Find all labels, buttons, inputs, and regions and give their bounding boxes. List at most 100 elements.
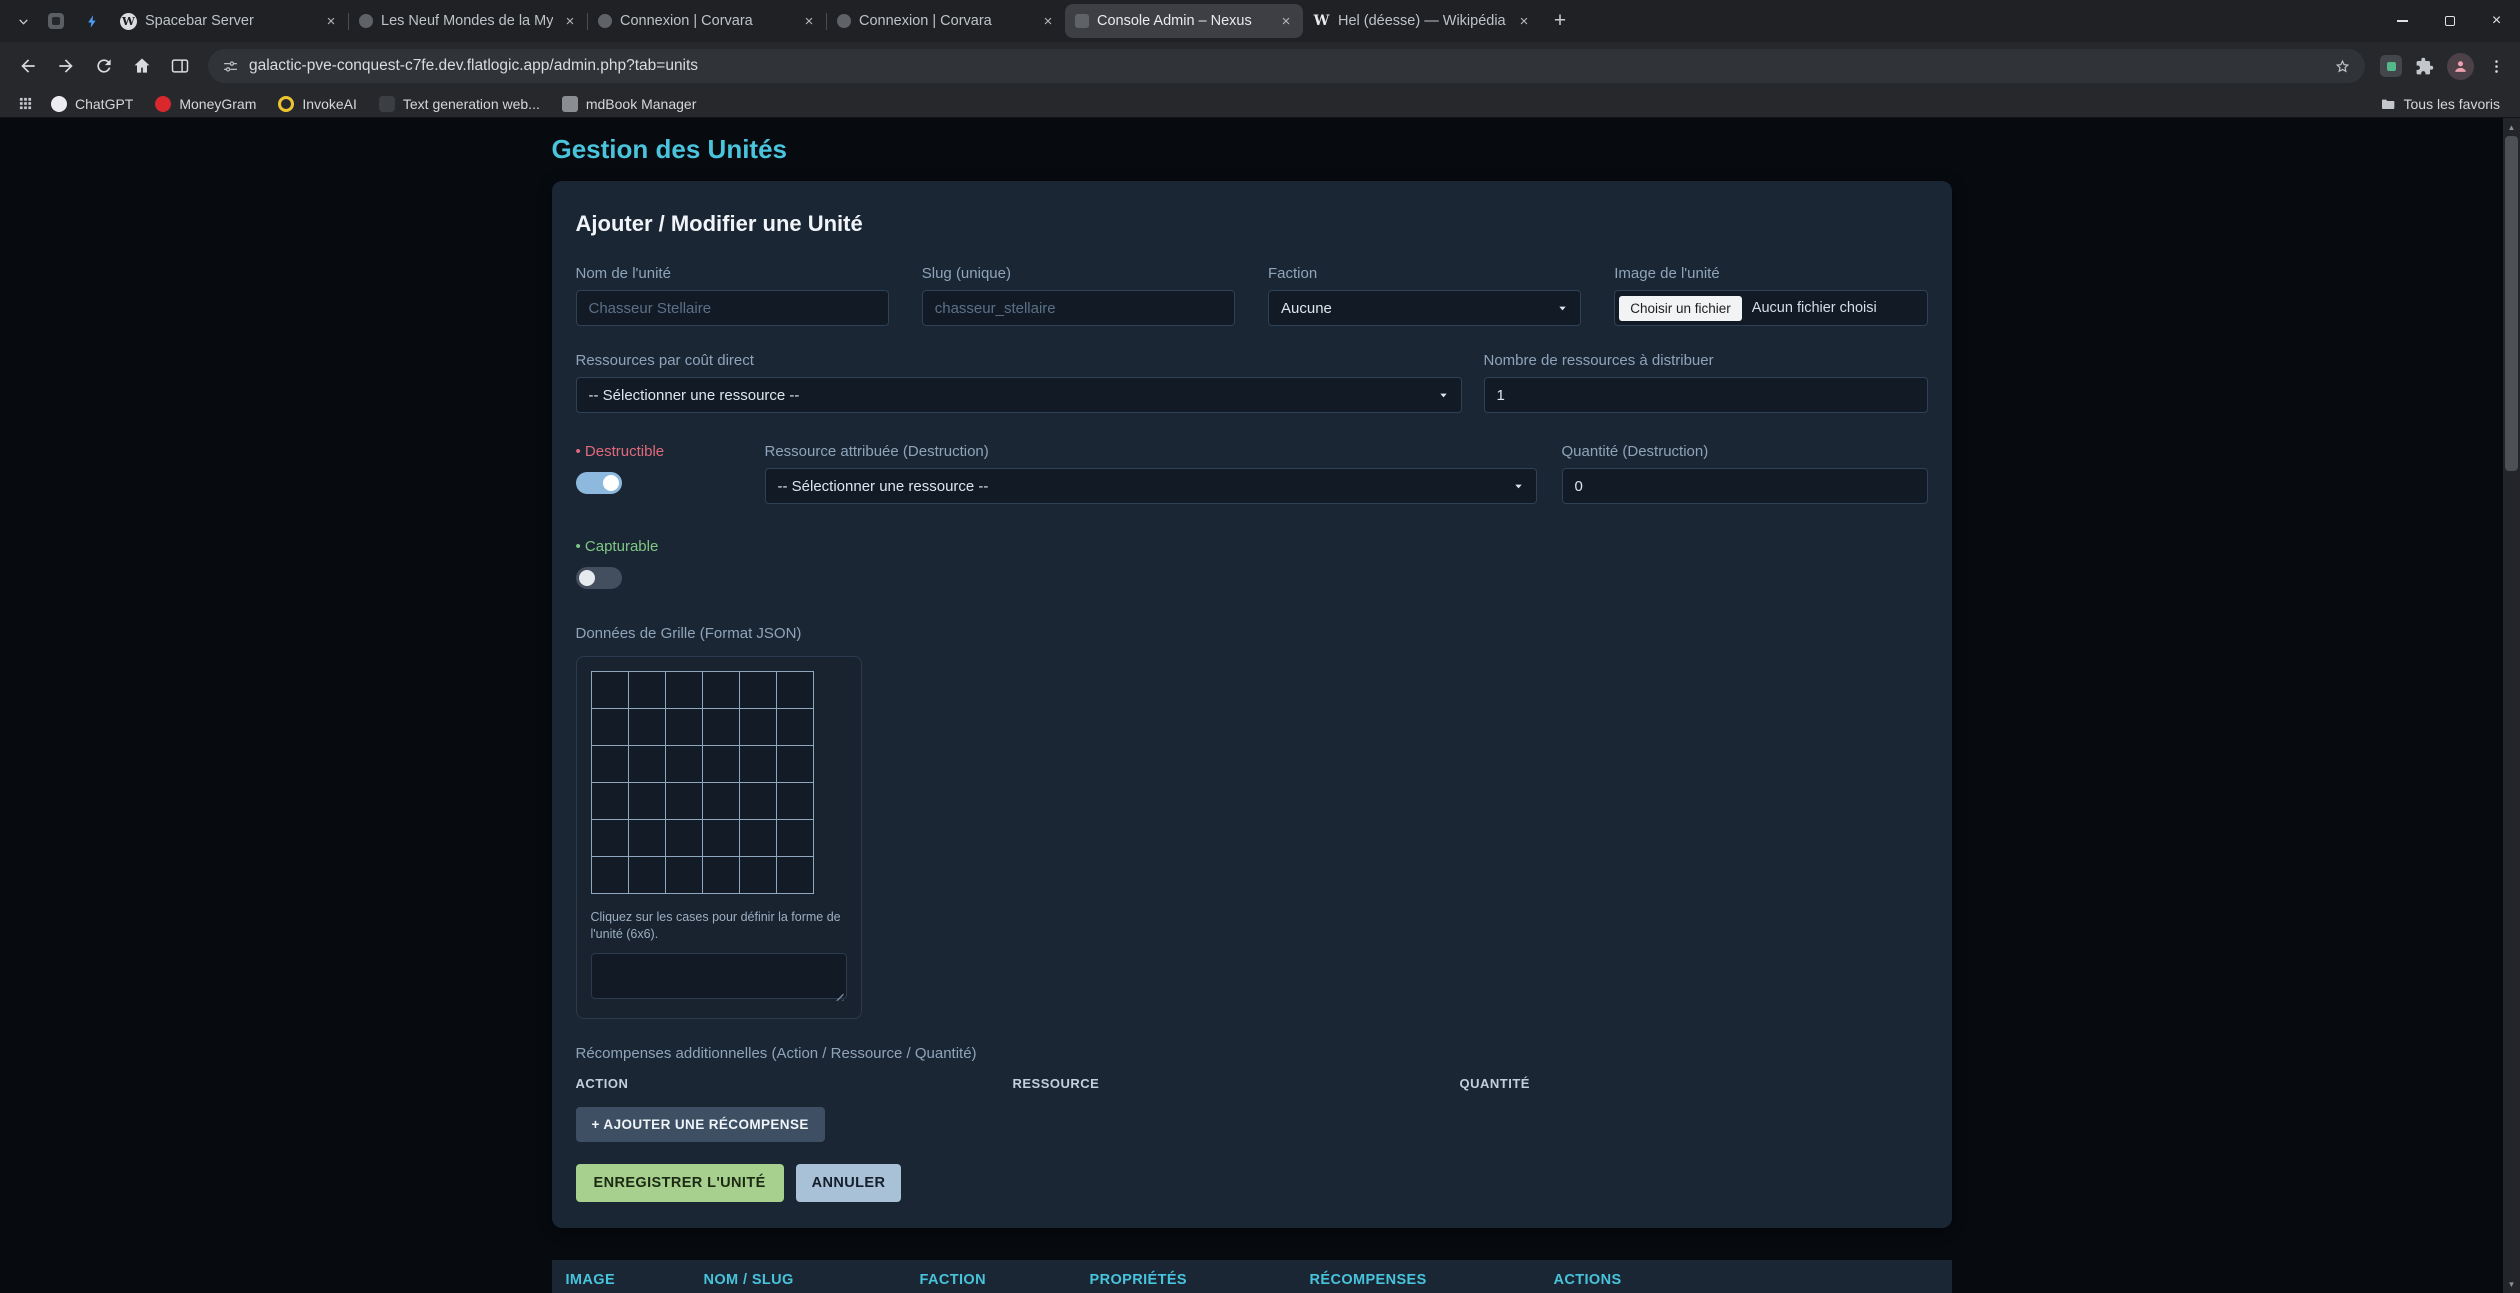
grid-cell[interactable]: [777, 746, 814, 783]
grid-cell[interactable]: [703, 672, 740, 709]
bookmark-invokeai[interactable]: InvokeAI: [269, 92, 365, 116]
tab-connexion-corvara-1[interactable]: Connexion | Corvara ×: [588, 4, 826, 38]
grid-cell[interactable]: [666, 857, 703, 894]
chevron-down-icon: [1438, 390, 1449, 401]
cancel-button[interactable]: ANNULER: [796, 1164, 902, 1202]
grid-cell[interactable]: [703, 709, 740, 746]
tab-close-icon[interactable]: ×: [1039, 12, 1057, 30]
grid-cell[interactable]: [703, 820, 740, 857]
grid-cell[interactable]: [629, 709, 666, 746]
maximize-button[interactable]: [2426, 0, 2473, 42]
grid-cell[interactable]: [629, 672, 666, 709]
grid-cell[interactable]: [740, 783, 777, 820]
scrollbar-thumb[interactable]: [2505, 136, 2518, 471]
tab-close-icon[interactable]: ×: [800, 12, 818, 30]
address-bar[interactable]: galactic-pve-conquest-c7fe.dev.flatlogic…: [208, 49, 2365, 83]
capturable-toggle[interactable]: [576, 567, 622, 589]
resource-count-input[interactable]: [1484, 377, 1928, 413]
grid-cell[interactable]: [666, 709, 703, 746]
destructible-toggle[interactable]: [576, 472, 622, 494]
minimize-button[interactable]: [2379, 0, 2426, 42]
grid-cell[interactable]: [629, 820, 666, 857]
tab-spacebar-server[interactable]: W Spacebar Server ×: [110, 4, 348, 38]
grid-cell[interactable]: [666, 820, 703, 857]
bookmark-moneygram[interactable]: MoneyGram: [146, 92, 265, 116]
capturable-label: • Capturable: [576, 538, 1928, 555]
back-button[interactable]: [10, 48, 46, 84]
tab-close-icon[interactable]: ×: [561, 12, 579, 30]
destruction-resource-select[interactable]: -- Sélectionner une ressource --: [765, 468, 1537, 504]
grid-cell[interactable]: [740, 746, 777, 783]
extensions-puzzle-icon[interactable]: [2409, 51, 2439, 81]
rewards-col-resource: RESSOURCE: [1013, 1076, 1460, 1091]
profile-avatar[interactable]: [2447, 53, 2474, 80]
extension-icon[interactable]: [2380, 55, 2402, 77]
grid-cell[interactable]: [629, 857, 666, 894]
new-tab-button[interactable]: +: [1545, 6, 1575, 36]
forward-button[interactable]: [48, 48, 84, 84]
grid-cell[interactable]: [703, 857, 740, 894]
browser-menu-kebab-icon[interactable]: [2482, 52, 2510, 80]
close-window-button[interactable]: ×: [2473, 0, 2520, 42]
unit-image-file-input[interactable]: Choisir un fichier Aucun fichier choisi: [1614, 290, 1927, 326]
grid-cell[interactable]: [740, 820, 777, 857]
unit-name-input[interactable]: [576, 290, 889, 326]
faction-select[interactable]: Aucune: [1268, 290, 1581, 326]
grid-cell[interactable]: [740, 672, 777, 709]
page-scrollbar[interactable]: ▲ ▼: [2503, 118, 2520, 1293]
bookmark-chatgpt[interactable]: ChatGPT: [42, 92, 142, 116]
grid-cell[interactable]: [592, 672, 629, 709]
grid-cell[interactable]: [740, 857, 777, 894]
grid-cell[interactable]: [629, 746, 666, 783]
resource-count-label: Nombre de ressources à distribuer: [1484, 352, 1928, 369]
grid-cell[interactable]: [666, 783, 703, 820]
home-button[interactable]: [124, 48, 160, 84]
grid-cell[interactable]: [777, 783, 814, 820]
scroll-down-arrow-icon[interactable]: ▼: [2503, 1276, 2520, 1292]
tab-connexion-corvara-2[interactable]: Connexion | Corvara ×: [827, 4, 1065, 38]
grid-cell[interactable]: [777, 857, 814, 894]
apps-grid-icon[interactable]: [12, 92, 38, 116]
grid-cell[interactable]: [592, 746, 629, 783]
grid-cell[interactable]: [629, 783, 666, 820]
reload-button[interactable]: [86, 48, 122, 84]
bookmark-star-icon[interactable]: [2334, 58, 2351, 75]
grid-cell[interactable]: [592, 783, 629, 820]
grid-cell[interactable]: [592, 820, 629, 857]
grid-cell[interactable]: [740, 709, 777, 746]
grid-cell[interactable]: [666, 672, 703, 709]
bookmark-mdbook-manager[interactable]: mdBook Manager: [553, 92, 706, 116]
all-bookmarks-button[interactable]: Tous les favoris: [2372, 96, 2508, 112]
all-bookmarks-label: Tous les favoris: [2404, 96, 2500, 112]
side-panel-button[interactable]: [162, 48, 198, 84]
grid-cell[interactable]: [592, 857, 629, 894]
slug-input[interactable]: [922, 290, 1235, 326]
add-reward-button[interactable]: + AJOUTER UNE RÉCOMPENSE: [576, 1107, 825, 1142]
save-unit-button[interactable]: ENREGISTRER L'UNITÉ: [576, 1164, 784, 1202]
tab-close-icon[interactable]: ×: [322, 12, 340, 30]
tab-console-admin-nexus[interactable]: Console Admin – Nexus ×: [1065, 4, 1303, 38]
grid-cell[interactable]: [666, 746, 703, 783]
tab-neuf-mondes[interactable]: Les Neuf Mondes de la Mythol... ×: [349, 4, 587, 38]
grid-json-textarea[interactable]: [591, 953, 847, 999]
tab-search-icon[interactable]: [10, 8, 36, 34]
grid-cell[interactable]: [777, 820, 814, 857]
grid-cell[interactable]: [777, 709, 814, 746]
grid-cell[interactable]: [703, 783, 740, 820]
url-text[interactable]: galactic-pve-conquest-c7fe.dev.flatlogic…: [249, 57, 2324, 75]
grid-cell[interactable]: [592, 709, 629, 746]
grid-caption: Cliquez sur les cases pour définir la fo…: [591, 909, 847, 943]
scroll-up-arrow-icon[interactable]: ▲: [2503, 119, 2520, 135]
cost-resource-select[interactable]: -- Sélectionner une ressource --: [576, 377, 1462, 413]
tab-close-icon[interactable]: ×: [1515, 12, 1533, 30]
pinned-tab-app[interactable]: [38, 4, 74, 38]
grid-cell[interactable]: [703, 746, 740, 783]
tab-hel-wikipedia[interactable]: W Hel (déesse) — Wikipédia ×: [1303, 4, 1541, 38]
grid-cell[interactable]: [777, 672, 814, 709]
pinned-tab-bolt[interactable]: [74, 4, 110, 38]
site-settings-tune-icon[interactable]: [222, 58, 239, 75]
tab-close-icon[interactable]: ×: [1277, 12, 1295, 30]
destruction-qty-input[interactable]: [1562, 468, 1928, 504]
choose-file-button[interactable]: Choisir un fichier: [1619, 296, 1742, 321]
bookmark-text-generation[interactable]: Text generation web...: [370, 92, 549, 116]
